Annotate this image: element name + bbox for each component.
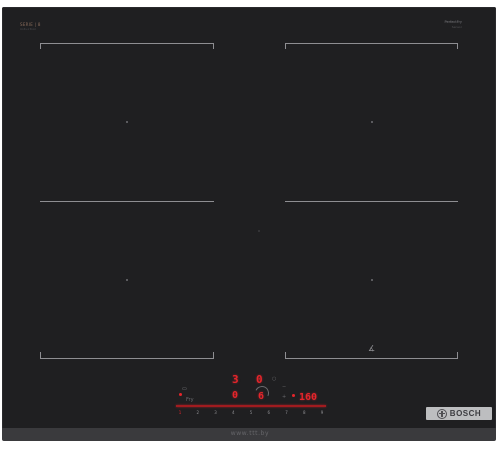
zone-top-left-bottom-edge: [40, 201, 214, 202]
scale-step[interactable]: 1: [176, 410, 184, 416]
zone-bottom-right-tick-b: [457, 352, 458, 358]
zone-top-left-tick-a: [40, 43, 41, 49]
sensor-logo: PerfectFry Sensor: [444, 20, 462, 29]
series-logo-sub: induction: [20, 27, 37, 31]
scale-step[interactable]: 9: [318, 410, 326, 416]
power-slider[interactable]: [176, 405, 326, 407]
sensor-logo-sub: Sensor: [451, 24, 462, 29]
sensor-logo-text: PerfectFry: [444, 20, 462, 24]
zone-bottom-left-tick-b: [213, 352, 214, 358]
zone-select-icon[interactable]: ▭: [182, 386, 187, 392]
zone-bottom-left-bottom-edge: [40, 358, 214, 359]
zone-bottom-right-bottom-edge: [285, 358, 458, 359]
scale-step[interactable]: 6: [265, 410, 273, 416]
timer-digit-left: 3: [232, 373, 239, 386]
power-scale[interactable]: 1 2 3 4 5 6 7 8 9: [176, 410, 326, 416]
watermark: www.ttt.by: [230, 430, 270, 437]
plus-icon[interactable]: +: [282, 394, 286, 400]
zone-top-right-center: [371, 121, 373, 123]
zone-top-left-top-edge: [40, 43, 214, 44]
fry-sensor-label[interactable]: Fry: [186, 397, 194, 403]
power-level-left: 0: [232, 390, 239, 401]
scale-step[interactable]: 4: [229, 410, 237, 416]
power-level-right: 6: [258, 391, 265, 402]
scale-step[interactable]: 8: [300, 410, 308, 416]
brand-name: BOSCH: [449, 409, 482, 418]
temp-led: [292, 394, 295, 397]
zone-top-right-tick-b: [457, 43, 458, 49]
zone-top-right-tick-a: [285, 43, 286, 49]
scale-step[interactable]: 7: [283, 410, 291, 416]
series-logo: SERIE | 8 induction: [20, 22, 41, 32]
scale-step[interactable]: 5: [247, 410, 255, 416]
zone-bottom-right-center: [371, 279, 373, 281]
bosch-armature-icon: [436, 408, 447, 419]
scale-step[interactable]: 3: [212, 410, 220, 416]
brand-badge: BOSCH: [426, 407, 492, 420]
zone-top-left-tick-b: [213, 43, 214, 49]
temperature-display: 160: [299, 392, 318, 403]
zone-bottom-left-tick-a: [40, 352, 41, 358]
zone-top-right-top-edge: [285, 43, 458, 44]
cooktop-surface: [2, 7, 496, 440]
minus-icon[interactable]: −: [282, 384, 286, 390]
zone-top-left-center: [126, 121, 128, 123]
timer-digit-right: 0: [256, 373, 263, 386]
center-marker: [258, 230, 260, 232]
zone-top-right-bottom-edge: [285, 201, 458, 202]
zone-bottom-right-tick-a: [285, 352, 286, 358]
zone-bottom-left-center: [126, 279, 128, 281]
zone-active-led: [179, 393, 182, 396]
scale-step[interactable]: 2: [194, 410, 202, 416]
timer-indicator-icon: ○: [272, 376, 277, 382]
pan-detect-icon: ∡: [368, 344, 376, 353]
